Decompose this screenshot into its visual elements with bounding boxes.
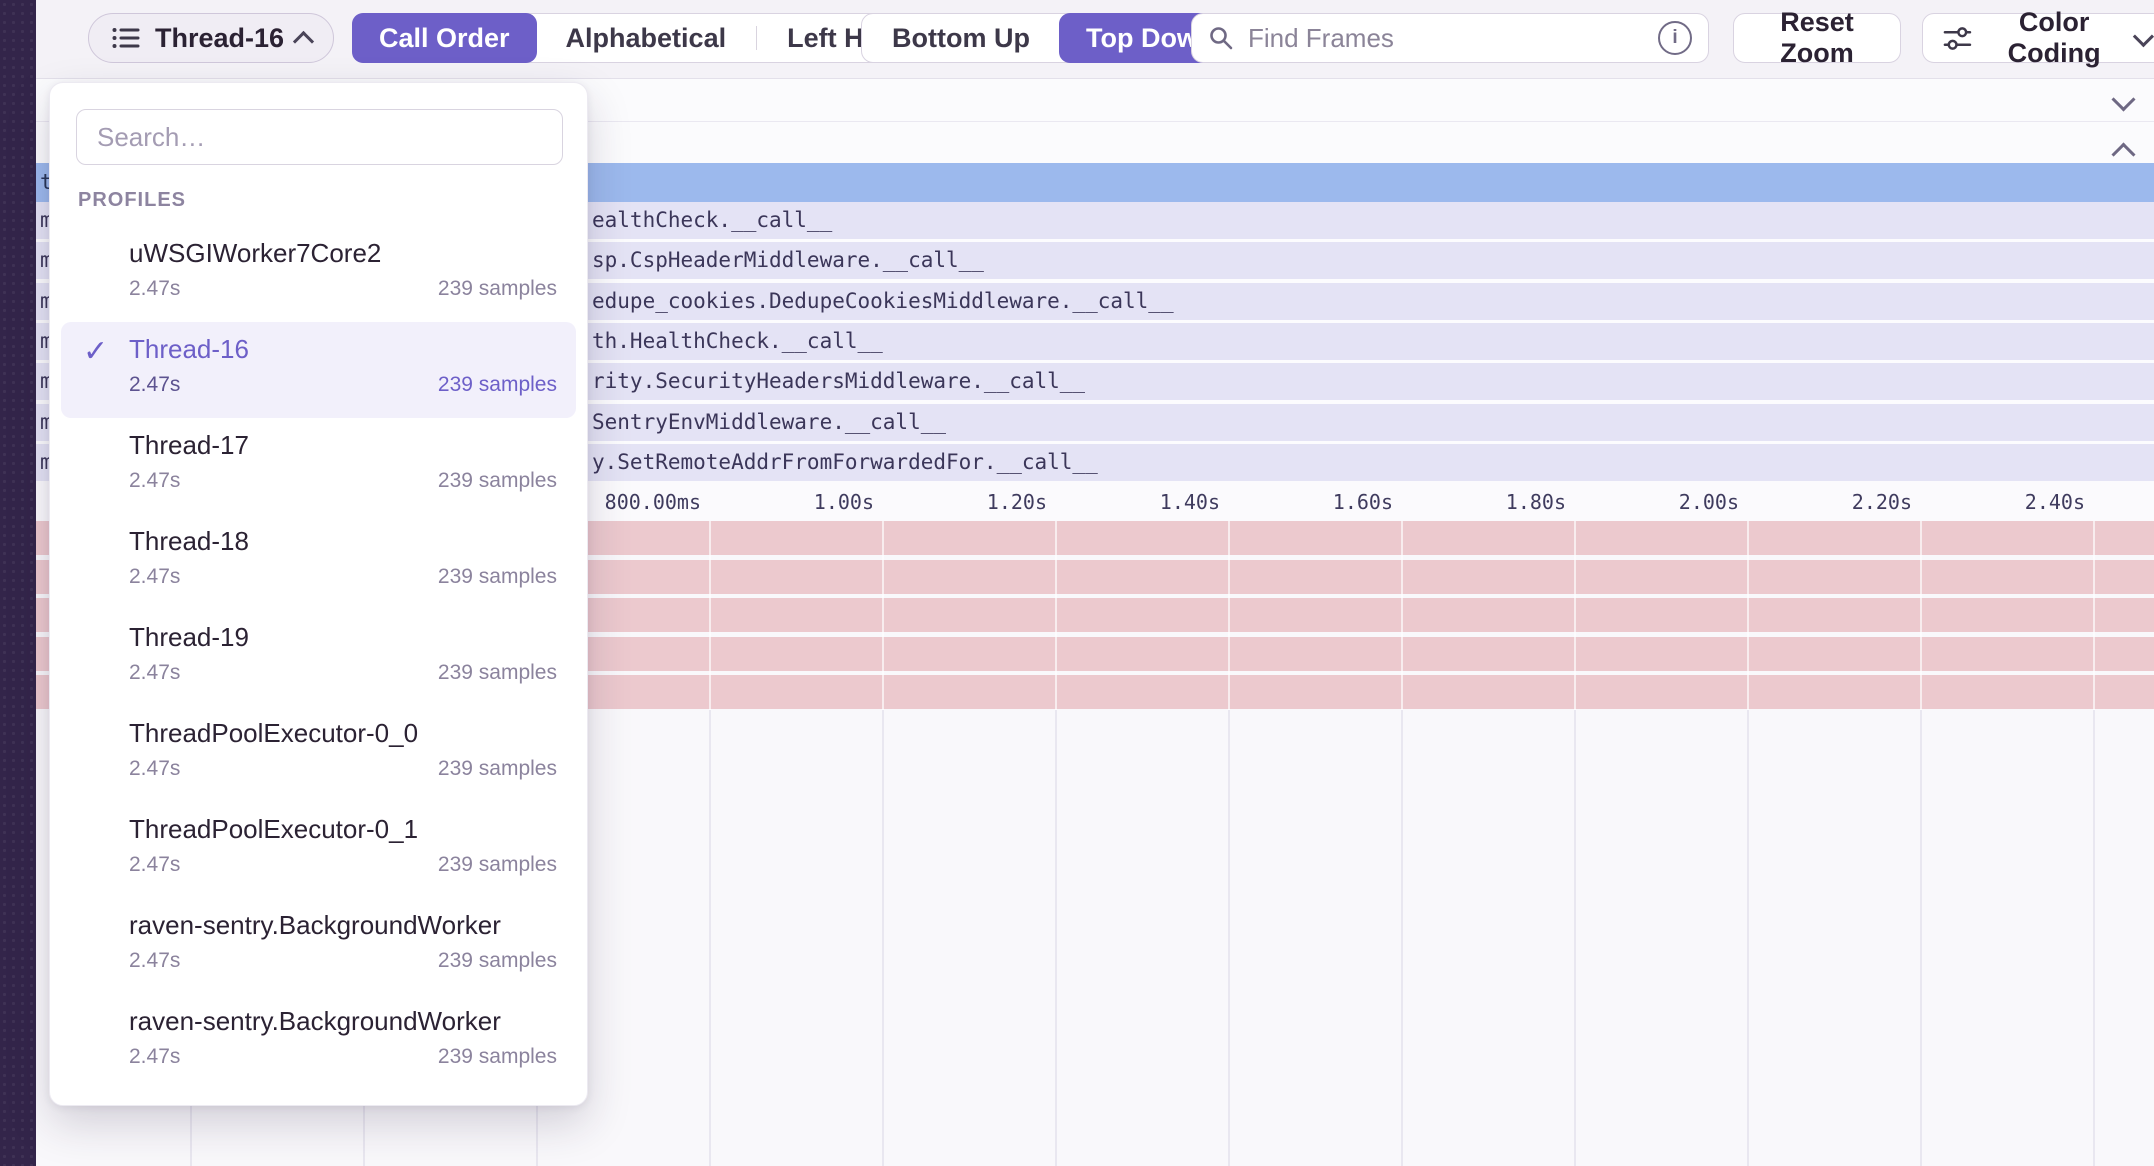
frame-label: y.SetRemoteAddrFromForwardedFor.__call__ (592, 444, 1098, 481)
profile-list-item-selected[interactable]: ✓ Thread-16 2.47s 239 samples (61, 322, 576, 418)
profiling-flamegraph-page: Thread-16 Call Order Alphabetical Left H… (0, 0, 2154, 1166)
chevron-up-icon (293, 30, 314, 51)
axis-tick: 1.80s (1506, 490, 1566, 514)
profile-samples: 239 samples (438, 756, 557, 782)
profile-samples: 239 samples (438, 564, 557, 590)
check-icon: ✓ (83, 334, 108, 369)
profile-samples: 239 samples (438, 660, 557, 686)
frame-label: SentryEnvMiddleware.__call__ (592, 404, 946, 441)
frame-label: edupe_cookies.DedupeCookiesMiddleware.__… (592, 283, 1174, 320)
frame-label: ealthCheck.__call__ (592, 202, 832, 239)
toolbar: Thread-16 Call Order Alphabetical Left H… (36, 0, 2154, 79)
dropdown-search-input[interactable] (76, 109, 563, 165)
axis-tick: 2.00s (1679, 490, 1739, 514)
profile-samples: 239 samples (438, 372, 557, 398)
profile-name: ThreadPoolExecutor-0_0 (129, 717, 557, 749)
list-icon (111, 24, 141, 52)
profile-samples: 239 samples (438, 1044, 557, 1070)
profile-name: ThreadPoolExecutor-0_1 (129, 813, 557, 845)
profile-name: Thread-19 (129, 621, 557, 653)
profiles-list: uWSGIWorker7Core2 2.47s 239 samples ✓ Thr… (50, 226, 587, 1090)
profile-duration: 2.47s (129, 1044, 180, 1070)
profile-list-item[interactable]: ThreadPoolExecutor-0_0 2.47s 239 samples (61, 706, 576, 802)
axis-tick: 1.20s (987, 490, 1047, 514)
profile-list-item[interactable]: raven-sentry.BackgroundWorker 2.47s 239 s… (61, 994, 576, 1090)
axis-tick: 2.20s (1852, 490, 1912, 514)
thread-selector-button[interactable]: Thread-16 (88, 13, 334, 63)
gridline (1055, 521, 1057, 1166)
profile-list-item[interactable]: ThreadPoolExecutor-0_1 2.47s 239 samples (61, 802, 576, 898)
gridline (1920, 521, 1922, 1166)
profile-duration: 2.47s (129, 660, 180, 686)
thread-dropdown-panel: PROFILES uWSGIWorker7Core2 2.47s 239 samp… (49, 82, 588, 1106)
direction-segmented-control: Bottom Up Top Down (861, 13, 1241, 63)
gridline (1747, 521, 1749, 1166)
chevron-up-icon[interactable] (2111, 142, 2135, 166)
axis-tick: 2.40s (2025, 490, 2085, 514)
axis-tick: 1.00s (814, 490, 874, 514)
color-coding-button[interactable]: Color Coding (1922, 13, 2154, 63)
profile-list-item[interactable]: raven-sentry.BackgroundWorker 2.47s 239 s… (61, 898, 576, 994)
segment-bottom-up[interactable]: Bottom Up (862, 14, 1060, 62)
axis-tick: 1.60s (1333, 490, 1393, 514)
profile-duration: 2.47s (129, 372, 180, 398)
gridline (709, 521, 711, 1166)
find-frames-input[interactable] (1246, 22, 1658, 55)
profile-list-item[interactable]: uWSGIWorker7Core2 2.47s 239 samples (61, 226, 576, 322)
profile-samples: 239 samples (438, 276, 557, 302)
profile-name: uWSGIWorker7Core2 (129, 237, 557, 269)
frame-label: th.HealthCheck.__call__ (592, 323, 883, 360)
chevron-down-icon[interactable] (2111, 87, 2135, 111)
color-coding-label: Color Coding (1972, 7, 2137, 69)
profile-duration: 2.47s (129, 276, 180, 302)
find-frames-search: i (1191, 13, 1709, 63)
profile-name: raven-sentry.BackgroundWorker (129, 1005, 557, 1037)
sliders-icon (1943, 25, 1972, 52)
profile-name: Thread-16 (129, 333, 557, 365)
segment-alphabetical[interactable]: Alphabetical (536, 14, 757, 62)
profile-list-item[interactable]: Thread-17 2.47s 239 samples (61, 418, 576, 514)
profile-samples: 239 samples (438, 852, 557, 878)
gridline (882, 521, 884, 1166)
profile-name: raven-sentry.BackgroundWorker (129, 909, 557, 941)
segment-call-order[interactable]: Call Order (352, 13, 537, 63)
profile-name: Thread-17 (129, 429, 557, 461)
axis-tick: 800.00ms (605, 490, 701, 514)
gridline (2093, 521, 2095, 1166)
gridline (1574, 521, 1576, 1166)
thread-selector-label: Thread-16 (155, 23, 284, 54)
profile-duration: 2.47s (129, 756, 180, 782)
profile-duration: 2.47s (129, 852, 180, 878)
gridline (1401, 521, 1403, 1166)
profile-list-item[interactable]: Thread-18 2.47s 239 samples (61, 514, 576, 610)
profile-samples: 239 samples (438, 948, 557, 974)
profile-list-item[interactable]: Thread-19 2.47s 239 samples (61, 610, 576, 706)
axis-tick: 1.40s (1160, 490, 1220, 514)
profile-samples: 239 samples (438, 468, 557, 494)
profile-duration: 2.47s (129, 948, 180, 974)
frame-label: sp.CspHeaderMiddleware.__call__ (592, 242, 984, 279)
profile-name: Thread-18 (129, 525, 557, 557)
gridline (1228, 521, 1230, 1166)
profile-duration: 2.47s (129, 468, 180, 494)
app-sidebar-strip (0, 0, 36, 1166)
frame-label: rity.SecurityHeadersMiddleware.__call__ (592, 363, 1085, 400)
profile-duration: 2.47s (129, 564, 180, 590)
reset-zoom-button[interactable]: Reset Zoom (1733, 13, 1901, 63)
profiles-section-label: PROFILES (78, 189, 587, 212)
search-icon (1208, 25, 1234, 51)
info-icon[interactable]: i (1658, 21, 1692, 55)
